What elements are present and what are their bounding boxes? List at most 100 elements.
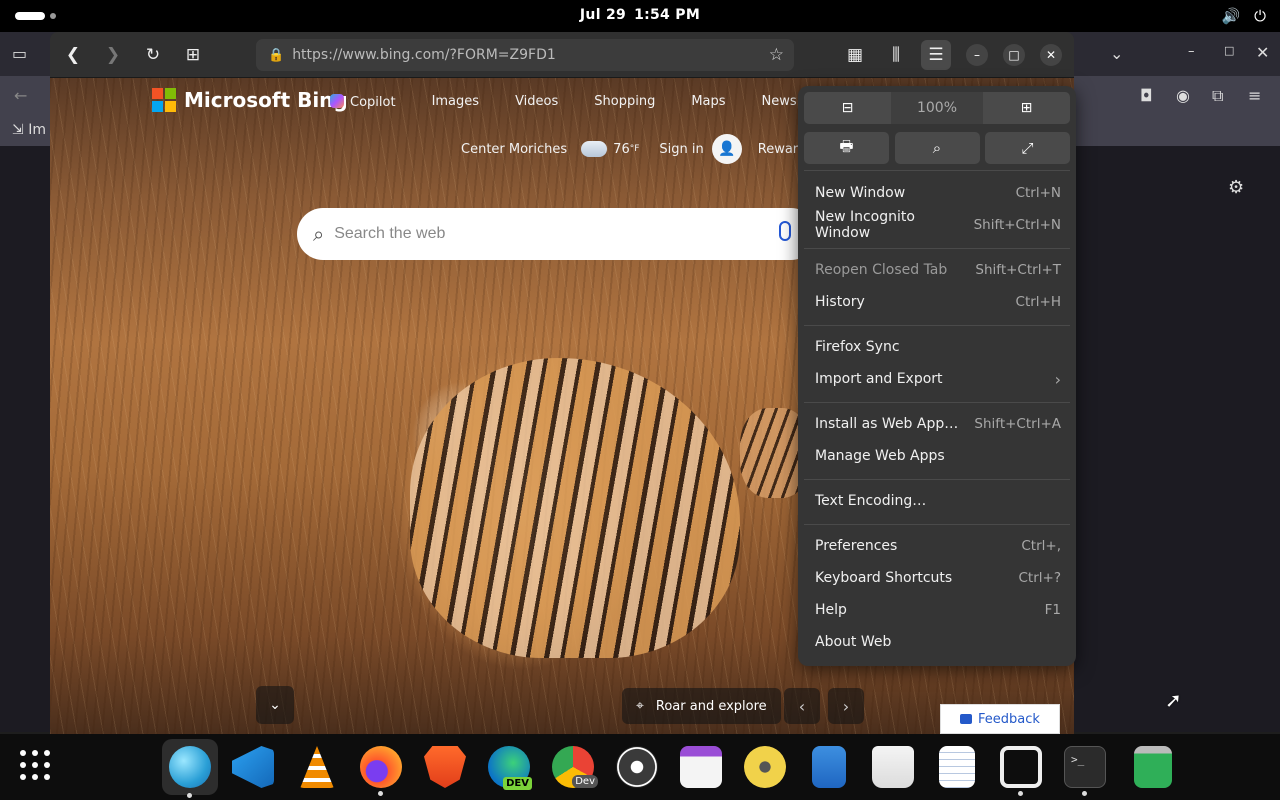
menu-item-about-web[interactable]: About Web bbox=[815, 628, 1061, 656]
nav-maps[interactable]: Maps bbox=[691, 94, 725, 110]
system-tray[interactable]: 🔊 ⏻ bbox=[1221, 7, 1266, 25]
photo-info-button[interactable]: ⌖ Roar and explore bbox=[622, 688, 781, 724]
nav-copilot[interactable]: Copilot bbox=[330, 94, 396, 110]
main-menu-button[interactable]: ☰ bbox=[921, 40, 951, 70]
chevron-down-button[interactable]: ⌄ bbox=[256, 686, 294, 724]
back-button[interactable]: ❮ bbox=[58, 40, 88, 70]
reload-button[interactable]: ↻ bbox=[138, 40, 168, 70]
tab-overview-button[interactable]: ▦ bbox=[840, 40, 870, 70]
tiger-background-image bbox=[410, 358, 740, 658]
menu-item-import-and-export[interactable]: Import and Export › bbox=[815, 365, 1061, 393]
find-button[interactable]: ⌕ bbox=[894, 132, 980, 164]
bing-info-row: Center Moriches 76 °F Sign in 👤 Rewards bbox=[461, 134, 813, 164]
hamburger-menu-icon[interactable]: ≡ bbox=[1248, 86, 1261, 105]
dock-obs[interactable] bbox=[612, 742, 662, 792]
search-input[interactable] bbox=[332, 224, 713, 244]
import-bookmark[interactable]: ⇲ Im bbox=[12, 122, 46, 138]
dock-text-editor[interactable] bbox=[932, 742, 982, 792]
address-bar[interactable]: 🔒 https://www.bing.com/?FORM=Z9FD1 ☆ bbox=[256, 39, 794, 71]
firefox-icon bbox=[360, 746, 402, 788]
minimize-icon[interactable]: – bbox=[1188, 44, 1195, 59]
menu-item-manage-web-apps[interactable]: Manage Web Apps bbox=[815, 442, 1061, 470]
dock-vscode[interactable] bbox=[228, 742, 278, 792]
running-indicator bbox=[1082, 791, 1087, 796]
library-button[interactable]: ⫼ bbox=[881, 40, 911, 70]
chevron-right-icon: › bbox=[1054, 369, 1061, 389]
obs-icon bbox=[616, 746, 658, 788]
speaker-icon[interactable]: 🔊 bbox=[1221, 7, 1240, 25]
bing-logo[interactable]: Microsoft Bing bbox=[152, 88, 348, 112]
sign-in-link[interactable]: Sign in bbox=[659, 142, 703, 157]
nav-images[interactable]: Images bbox=[432, 94, 480, 110]
dock-rhythmbox[interactable] bbox=[740, 742, 790, 792]
microphone-icon[interactable] bbox=[779, 221, 791, 241]
dock-terminal[interactable]: >_ bbox=[1060, 742, 1110, 796]
running-indicator bbox=[1018, 791, 1023, 796]
clock-time: 1:54 PM bbox=[634, 7, 701, 23]
pocket-icon[interactable]: ◘ bbox=[1140, 86, 1153, 105]
menu-item-text-encoding[interactable]: Text Encoding… bbox=[815, 487, 1061, 515]
nav-videos[interactable]: Videos bbox=[515, 94, 558, 110]
menu-item-new-incognito-window[interactable]: New Incognito Window Shift+Ctrl+N bbox=[815, 209, 1061, 241]
menu-item-preferences[interactable]: Preferences Ctrl+, bbox=[815, 532, 1061, 560]
chevron-down-icon[interactable]: ⌄ bbox=[1110, 44, 1123, 63]
fullscreen-button[interactable]: ⤢ bbox=[985, 132, 1070, 164]
dock-firefox[interactable] bbox=[356, 742, 406, 796]
photo-caption: Roar and explore bbox=[655, 698, 767, 714]
new-tab-button[interactable]: ⊞ bbox=[178, 40, 208, 70]
nav-shopping[interactable]: Shopping bbox=[594, 94, 655, 110]
gear-icon[interactable]: ⚙ bbox=[1228, 177, 1244, 198]
print-button[interactable]: 🖶 bbox=[804, 132, 889, 164]
menu-item-history[interactable]: History Ctrl+H bbox=[815, 288, 1061, 316]
search-icon: ⌕ bbox=[313, 222, 325, 246]
clock[interactable]: Jul 29 1:54 PM bbox=[0, 7, 1280, 23]
dock-chrome-dev[interactable]: Dev bbox=[548, 742, 598, 792]
temperature[interactable]: 76 bbox=[613, 142, 630, 157]
forward-button[interactable]: ❯ bbox=[98, 40, 128, 70]
back-arrow-icon[interactable]: ← bbox=[14, 86, 27, 105]
next-image-button[interactable]: › bbox=[828, 688, 864, 724]
dock-files[interactable] bbox=[804, 742, 854, 792]
dock-brave[interactable] bbox=[420, 742, 470, 792]
tab-overview-icon[interactable]: ▭ bbox=[12, 44, 27, 63]
menu-item-help[interactable]: Help F1 bbox=[815, 596, 1061, 624]
close-icon[interactable]: ✕ bbox=[1256, 43, 1269, 62]
account-icon[interactable]: ◉ bbox=[1176, 86, 1190, 105]
menu-item-reopen-closed-tab: Reopen Closed Tab Shift+Ctrl+T bbox=[815, 262, 1061, 278]
dock-screenshot[interactable] bbox=[996, 742, 1046, 796]
maximize-icon[interactable]: □ bbox=[1224, 44, 1234, 57]
previous-image-button[interactable]: ‹ bbox=[784, 688, 820, 724]
menu-item-firefox-sync[interactable]: Firefox Sync bbox=[815, 333, 1061, 361]
vlc-cone-icon bbox=[300, 746, 334, 788]
dock-edge-dev[interactable]: DEV bbox=[484, 742, 534, 792]
zoom-in-button[interactable]: ⊞ bbox=[983, 92, 1070, 124]
chevron-left-icon: ‹ bbox=[798, 696, 806, 716]
zoom-controls: ⊟ 100% ⊞ bbox=[804, 92, 1070, 124]
menu-item-install-web-app[interactable]: Install as Web App… Shift+Ctrl+A bbox=[815, 410, 1061, 438]
search-box[interactable]: ⌕ bbox=[297, 208, 817, 260]
feedback-button[interactable]: Feedback bbox=[940, 704, 1060, 734]
minimize-button[interactable]: – bbox=[966, 44, 988, 66]
zoom-out-button[interactable]: ⊟ bbox=[804, 92, 891, 124]
avatar[interactable]: 👤 bbox=[711, 134, 742, 164]
close-button[interactable]: ✕ bbox=[1040, 44, 1062, 66]
extensions-icon[interactable]: ⧉ bbox=[1212, 86, 1223, 106]
bookmark-star-icon[interactable]: ☆ bbox=[769, 45, 784, 65]
dock-software[interactable] bbox=[868, 742, 918, 792]
zoom-level[interactable]: 100% bbox=[891, 92, 983, 124]
maximize-button[interactable]: □ bbox=[1003, 44, 1025, 66]
menu-item-new-window[interactable]: New Window Ctrl+N bbox=[815, 179, 1061, 207]
weather-icon[interactable] bbox=[581, 135, 608, 157]
menu-divider bbox=[804, 402, 1070, 403]
dock-web[interactable] bbox=[162, 739, 218, 798]
dock-vlc[interactable] bbox=[292, 742, 342, 792]
url-text: https://www.bing.com/?FORM=Z9FD1 bbox=[292, 47, 556, 63]
menu-item-keyboard-shortcuts[interactable]: Keyboard Shortcuts Ctrl+? bbox=[815, 564, 1061, 592]
location-text[interactable]: Center Moriches bbox=[461, 142, 567, 157]
dock-calendar[interactable] bbox=[676, 742, 726, 792]
show-apps-icon[interactable] bbox=[20, 750, 50, 780]
dock-trash[interactable] bbox=[1128, 742, 1178, 792]
power-icon[interactable]: ⏻ bbox=[1254, 7, 1266, 25]
nav-news[interactable]: News bbox=[762, 94, 797, 110]
trash-recycle-icon bbox=[1134, 746, 1172, 788]
